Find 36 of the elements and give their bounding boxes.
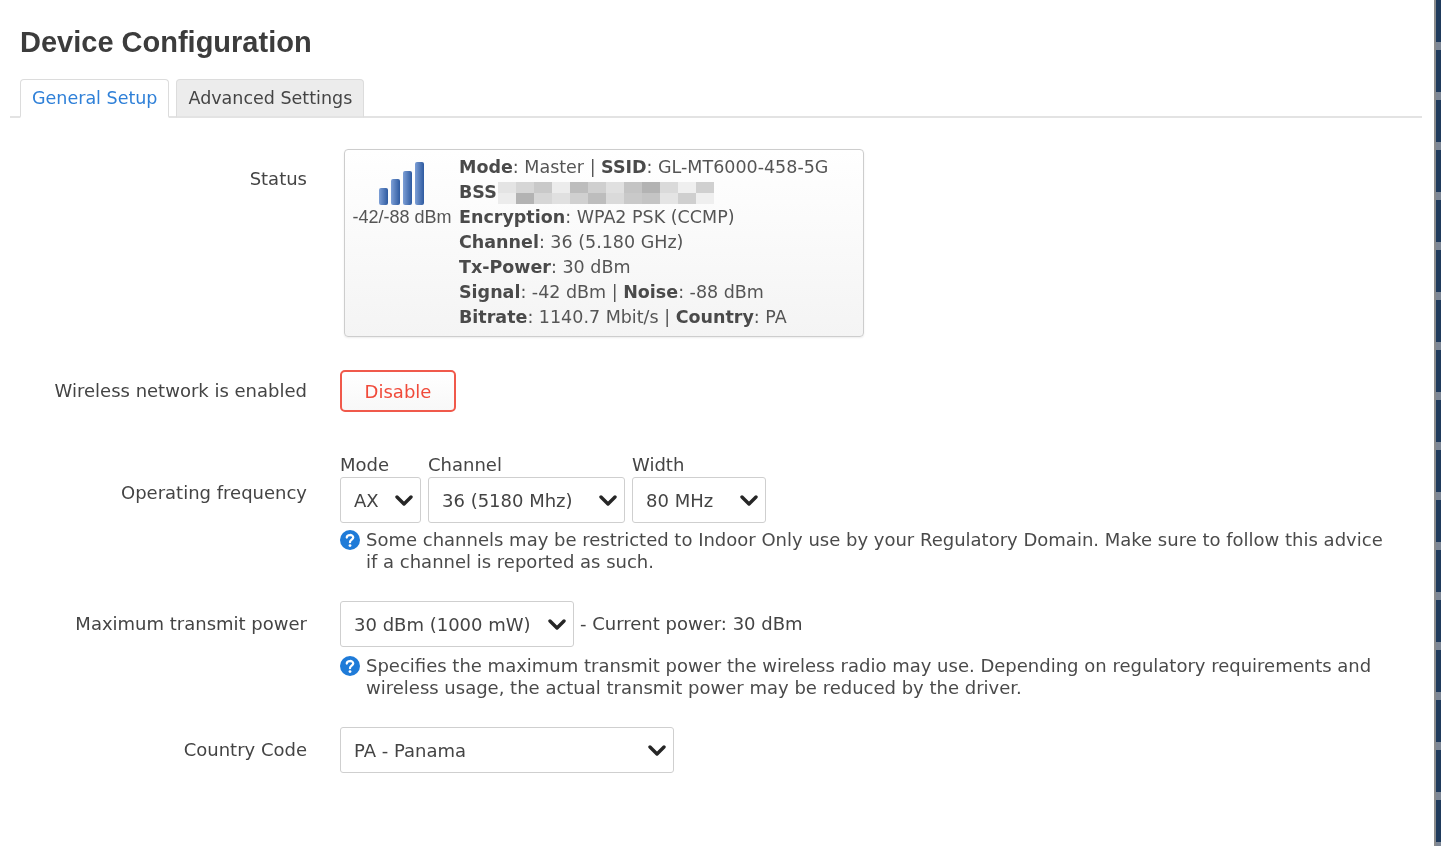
status-text: Bitrate: 1140.7 Mbit/s | Country: PA	[459, 306, 787, 329]
power-note: - Current power: 30 dBm	[580, 613, 803, 635]
select-label: Mode	[340, 454, 391, 476]
signal-bars-icon	[379, 161, 425, 205]
field-label: Country Code	[183, 739, 307, 761]
help-text: Some channels may be restricted to Indoor Only use by your Regulatory Domain. Make sure to follow this advice if a channel is reported as such.	[366, 529, 1384, 573]
dropdown-select[interactable]: AX	[340, 477, 421, 523]
page-title: Device Configuration	[20, 26, 312, 58]
status-text: Tx-Power: 30 dBm	[459, 256, 631, 279]
select-label: Width	[632, 454, 686, 476]
chevron-down-icon	[648, 744, 666, 756]
chevron-down-icon	[395, 494, 413, 506]
disable-button[interactable]: Disable	[340, 370, 456, 412]
chevron-down-icon	[740, 494, 758, 506]
select-label: Channel	[428, 454, 503, 476]
chevron-down-icon	[599, 494, 617, 506]
field-label: Wireless network is enabled	[54, 380, 307, 402]
tab[interactable]: General Setup	[20, 79, 170, 118]
field-label: Operating frequency	[121, 482, 307, 504]
field-label: Maximum transmit power	[75, 613, 307, 635]
dropdown-select[interactable]: 80 MHz	[632, 477, 766, 523]
chevron-down-icon	[548, 618, 566, 630]
help-icon	[340, 530, 360, 550]
field-label: Status	[249, 168, 307, 190]
status-text: Encryption: WPA2 PSK (CCMP)	[459, 206, 735, 229]
signal-reading: -42/-88 dBm	[352, 206, 452, 229]
help-icon	[340, 656, 360, 676]
status-text: Channel: 36 (5.180 GHz)	[459, 231, 684, 254]
tab[interactable]: Advanced Settings	[176, 79, 365, 118]
dropdown-select[interactable]: 36 (5180 Mhz)	[428, 477, 625, 523]
dropdown-select[interactable]: 30 dBm (1000 mW)	[340, 601, 574, 647]
help-text: Specifies the maximum transmit power the wireless radio may use. Depending on regulatory requirements and wireless usage, the actual transmit power may be reduced by the driver.	[366, 655, 1373, 699]
status-text: Signal: -42 dBm | Noise: -88 dBm	[459, 281, 764, 304]
status-text: BSS	[459, 181, 497, 204]
status-text: Mode: Master | SSID: GL-MT6000-458-5G	[459, 156, 829, 179]
dropdown-select[interactable]: PA - Panama	[340, 727, 674, 773]
